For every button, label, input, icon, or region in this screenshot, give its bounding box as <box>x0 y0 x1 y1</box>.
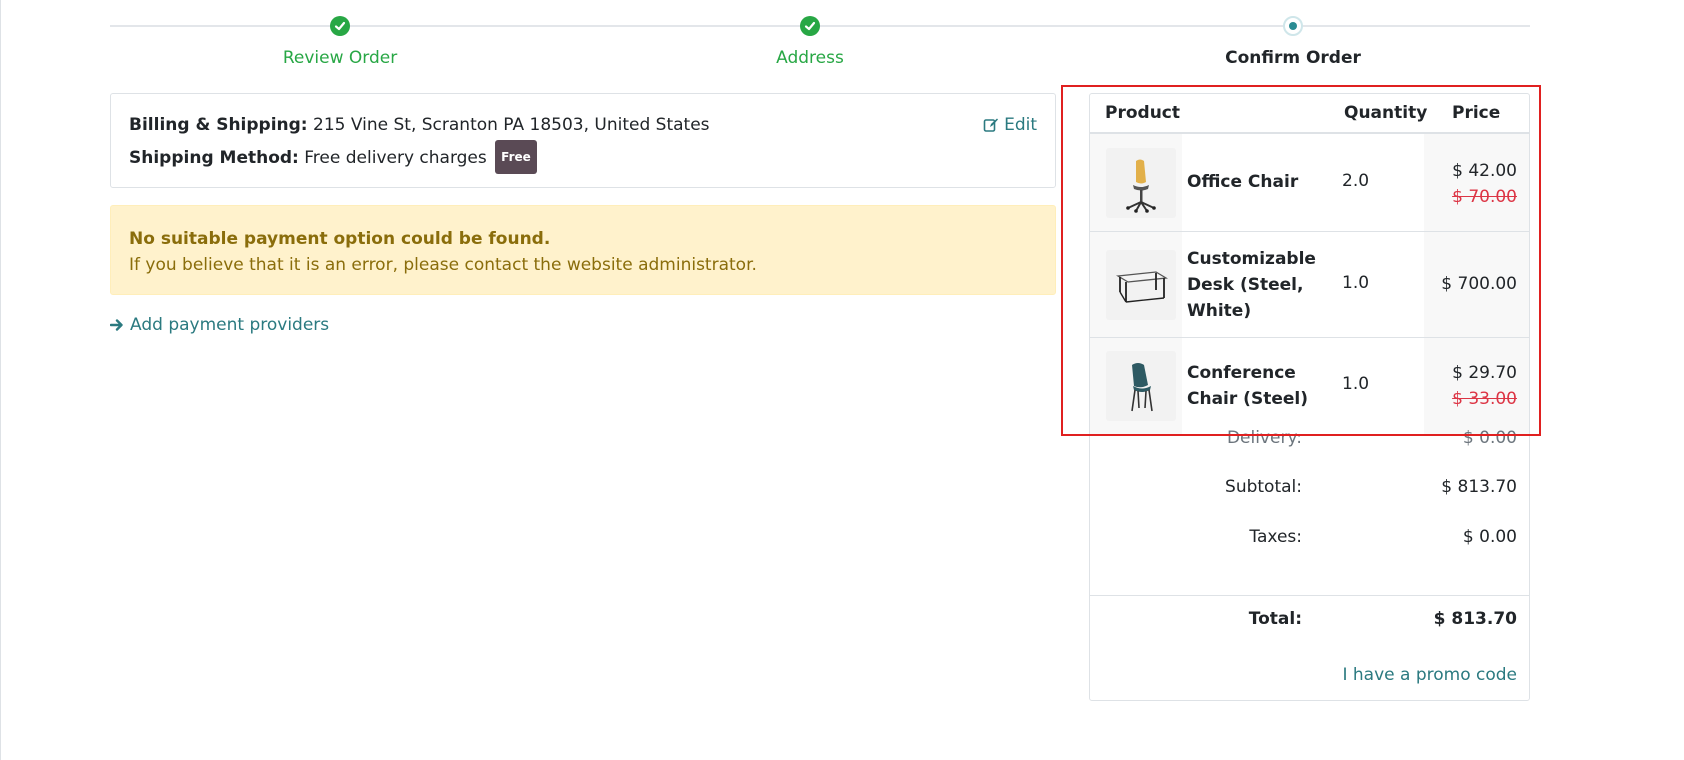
delivery-value: $ 0.00 <box>1462 428 1517 448</box>
payment-warning-alert: No suitable payment option could be foun… <box>110 205 1056 295</box>
product-quantity: 2.0 <box>1342 171 1370 191</box>
page-left-border <box>0 0 1 760</box>
cart-table-header: Product Quantity Price <box>1090 94 1529 134</box>
totals-divider <box>1090 595 1529 596</box>
free-badge: Free <box>495 140 537 174</box>
billing-shipping-label: Billing & Shipping: <box>129 115 308 135</box>
product-quantity: 1.0 <box>1342 273 1370 293</box>
add-payment-providers-link[interactable]: Add payment providers <box>110 315 329 335</box>
check-circle-icon <box>330 16 350 36</box>
cart-row-customizable-desk: Customizable Desk (Steel, White) 1.0 $ 7… <box>1090 232 1529 338</box>
edit-address-link[interactable]: Edit <box>983 110 1037 140</box>
cart-row-conference-chair: Conference Chair (Steel) 1.0 $ 29.70 $ 3… <box>1090 338 1529 434</box>
header-quantity: Quantity <box>1344 103 1428 123</box>
promo-code-link[interactable]: I have a promo code <box>1342 665 1517 685</box>
total-value: $ 813.70 <box>1433 609 1517 629</box>
total-label: Total: <box>1248 609 1302 629</box>
billing-shipping-line: Billing & Shipping: 215 Vine St, Scranto… <box>129 110 1037 140</box>
product-name[interactable]: Conference Chair (Steel) <box>1187 360 1332 412</box>
product-name[interactable]: Customizable Desk (Steel, White) <box>1187 246 1332 324</box>
cart-row-office-chair: Office Chair 2.0 $ 42.00 $ 70.00 <box>1090 134 1529 232</box>
add-payment-providers-label: Add payment providers <box>130 315 330 335</box>
subtotal-value: $ 813.70 <box>1441 477 1517 497</box>
check-circle-icon <box>800 16 820 36</box>
edit-icon <box>983 118 999 132</box>
header-product: Product <box>1105 103 1180 123</box>
product-old-price: $ 33.00 <box>1452 389 1517 409</box>
product-price: $ 29.70 <box>1452 363 1517 383</box>
header-price: Price <box>1452 103 1501 123</box>
taxes-row: Taxes: $ 0.00 <box>1090 527 1529 557</box>
wizard-step-label: Review Order <box>282 48 398 68</box>
cart-summary: Product Quantity Price Office Chair 2.0 … <box>1089 93 1530 701</box>
total-row: Total: $ 813.70 <box>1090 609 1529 639</box>
shipping-method-line: Shipping Method: Free delivery charges F… <box>129 140 1037 174</box>
delivery-label: Delivery: <box>1226 428 1302 448</box>
desk-icon[interactable] <box>1106 250 1176 320</box>
wizard-line <box>110 25 1530 27</box>
warning-title: No suitable payment option could be foun… <box>129 229 551 249</box>
subtotal-row: Subtotal: $ 813.70 <box>1090 477 1529 507</box>
wizard-step-label: Address <box>776 48 844 68</box>
product-price-block: $ 700.00 <box>1441 271 1517 297</box>
arrow-right-icon <box>110 319 123 331</box>
checkout-progress-wizard: Review Order Address Confirm Order <box>110 10 1530 70</box>
product-price: $ 700.00 <box>1441 274 1517 294</box>
product-quantity: 1.0 <box>1342 374 1370 394</box>
office-chair-icon[interactable] <box>1106 148 1176 218</box>
warning-message: If you believe that it is an error, plea… <box>129 255 757 275</box>
product-name[interactable]: Office Chair <box>1187 169 1332 195</box>
current-step-dot-icon <box>1283 16 1303 36</box>
product-price-block: $ 29.70 $ 33.00 <box>1452 360 1517 412</box>
product-price: $ 42.00 <box>1452 161 1517 181</box>
billing-shipping-value: 215 Vine St, Scranton PA 18503, United S… <box>313 115 710 135</box>
edit-label: Edit <box>1004 115 1037 135</box>
subtotal-label: Subtotal: <box>1225 477 1302 497</box>
product-price-block: $ 42.00 $ 70.00 <box>1452 158 1517 210</box>
delivery-row: Delivery: $ 0.00 <box>1090 428 1529 458</box>
product-old-price: $ 70.00 <box>1452 187 1517 207</box>
billing-shipping-card: Billing & Shipping: 215 Vine St, Scranto… <box>110 93 1056 188</box>
shipping-method-value: Free delivery charges <box>304 148 487 168</box>
taxes-value: $ 0.00 <box>1462 527 1517 547</box>
conference-chair-icon[interactable] <box>1106 351 1176 421</box>
shipping-method-label: Shipping Method: <box>129 148 299 168</box>
taxes-label: Taxes: <box>1249 527 1302 547</box>
wizard-step-label: Confirm Order <box>1225 48 1361 68</box>
